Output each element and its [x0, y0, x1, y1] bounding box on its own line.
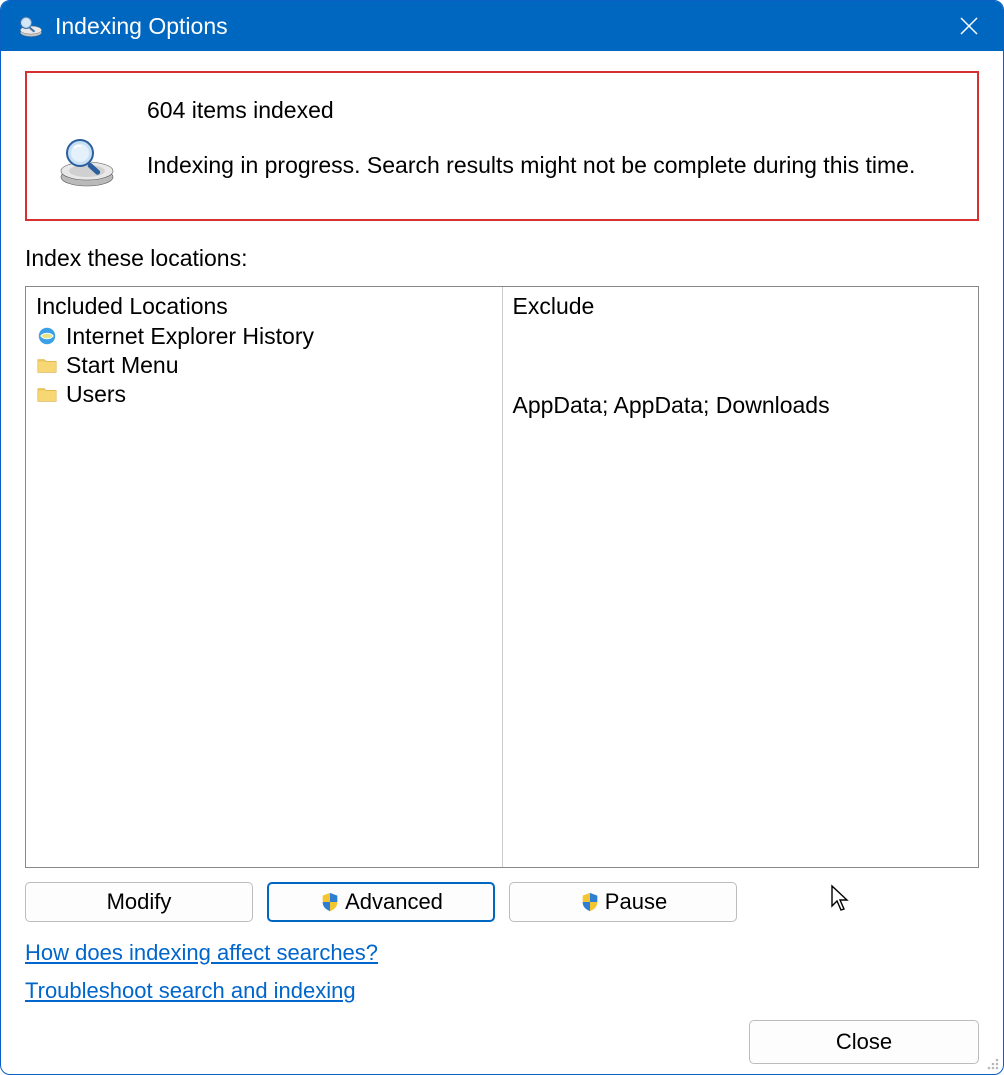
exclude-value: AppData; AppData; Downloads	[513, 392, 969, 419]
how-indexing-link[interactable]: How does indexing affect searches?	[25, 940, 378, 966]
exclude-header: Exclude	[513, 293, 969, 320]
help-links: How does indexing affect searches? Troub…	[25, 940, 979, 1016]
indexing-progress-message: Indexing in progress. Search results mig…	[147, 152, 957, 179]
included-column: Included Locations Internet Explorer His…	[26, 287, 503, 867]
included-header: Included Locations	[36, 293, 492, 320]
resize-grip-icon[interactable]	[983, 1054, 1001, 1072]
close-icon[interactable]	[945, 2, 993, 50]
content-area: 604 items indexed Indexing in progress. …	[1, 51, 1003, 1074]
close-button[interactable]: Close	[749, 1020, 979, 1064]
indexing-icon	[17, 12, 45, 40]
button-row: Modify Advanced	[25, 882, 979, 922]
drive-search-icon	[57, 131, 117, 191]
shield-icon	[579, 891, 601, 913]
ie-icon	[36, 325, 60, 349]
location-name: Users	[66, 381, 126, 408]
folder-icon	[36, 383, 60, 407]
folder-icon	[36, 354, 60, 378]
troubleshoot-link[interactable]: Troubleshoot search and indexing	[25, 978, 356, 1004]
cursor-icon	[829, 884, 853, 919]
window-title: Indexing Options	[55, 13, 945, 40]
indexing-options-window: Indexing Options 604	[0, 0, 1004, 1075]
list-item[interactable]: Users	[36, 380, 492, 409]
titlebar: Indexing Options	[1, 1, 1003, 51]
modify-button[interactable]: Modify	[25, 882, 253, 922]
exclude-column: Exclude AppData; AppData; Downloads	[503, 287, 979, 867]
location-name: Start Menu	[66, 352, 179, 379]
list-item[interactable]: Start Menu	[36, 351, 492, 380]
location-name: Internet Explorer History	[66, 323, 314, 350]
items-indexed-count: 604 items indexed	[147, 97, 957, 124]
status-panel: 604 items indexed Indexing in progress. …	[25, 71, 979, 221]
advanced-button[interactable]: Advanced	[267, 882, 495, 922]
locations-list[interactable]: Included Locations Internet Explorer His…	[25, 286, 979, 868]
footer-row: Close	[25, 1020, 979, 1064]
section-label: Index these locations:	[25, 245, 979, 272]
pause-button[interactable]: Pause	[509, 882, 737, 922]
pause-label: Pause	[605, 889, 667, 915]
list-item[interactable]: Internet Explorer History	[36, 322, 492, 351]
advanced-label: Advanced	[345, 889, 443, 915]
status-text: 604 items indexed Indexing in progress. …	[147, 91, 957, 179]
shield-icon	[319, 891, 341, 913]
